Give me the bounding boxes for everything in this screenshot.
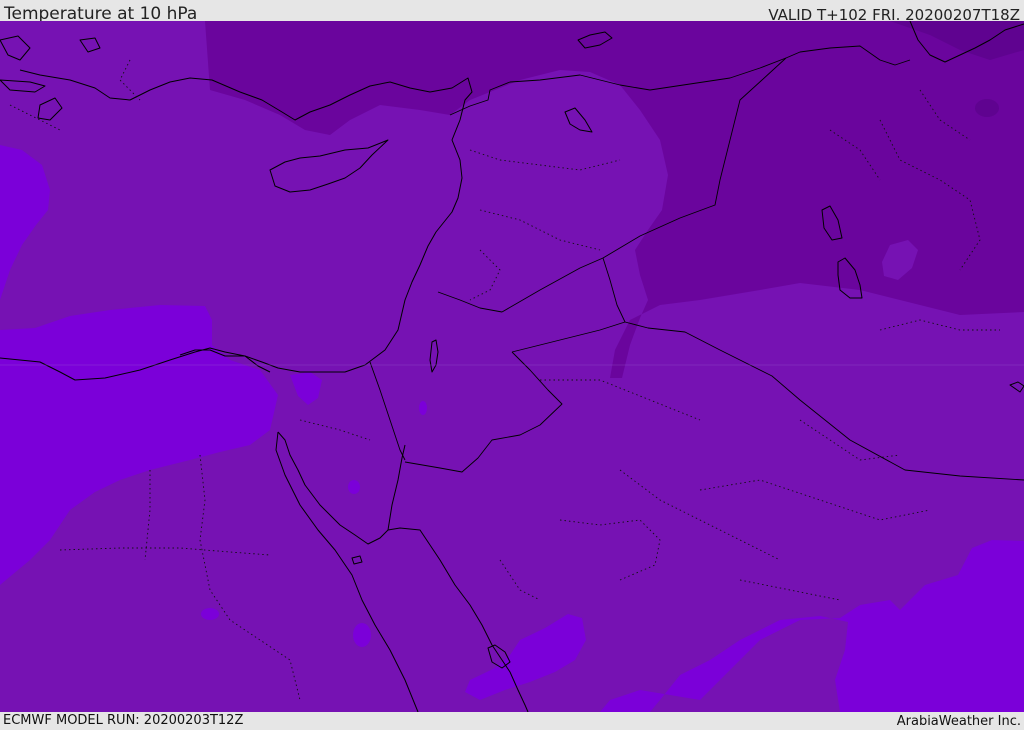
map-canvas[interactable] <box>0 21 1024 712</box>
header-bar: Temperature at 10 hPa VALID T+102 FRI. 2… <box>0 0 1024 24</box>
footer-bar: ECMWF MODEL RUN: 20200203T12Z ArabiaWeat… <box>0 712 1024 729</box>
credit-label: ArabiaWeather Inc. <box>896 714 1021 729</box>
temperature-warm-spot-4 <box>419 401 427 415</box>
model-run-label: ECMWF MODEL RUN: 20200203T12Z <box>3 713 244 728</box>
temperature-warm-spot-3 <box>348 480 360 494</box>
temperature-warm-spot-1 <box>353 623 371 647</box>
temperature-colder-spot <box>975 99 999 117</box>
temperature-warm-spot-2 <box>201 608 219 620</box>
